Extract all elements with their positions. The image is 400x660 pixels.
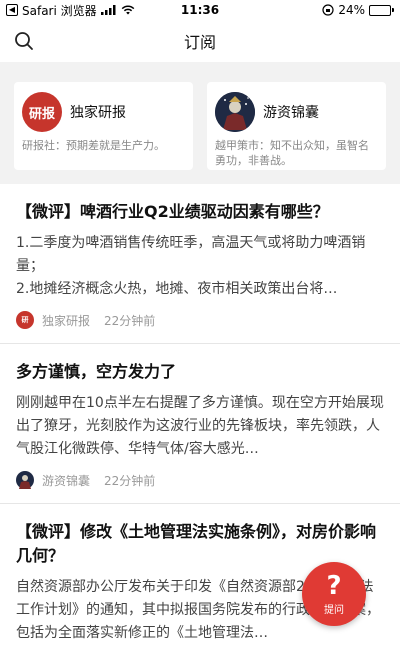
back-arrow-icon[interactable]: ◀ <box>6 4 18 16</box>
ask-question-button[interactable]: ? 提问 <box>302 562 366 626</box>
rotation-lock-icon <box>322 4 334 16</box>
article-summary: 1.二季度为啤酒销售传统旺季，高温天气或将助力啤酒销量； 2.地摊经济概念火热，… <box>16 232 384 301</box>
battery-percent: 24% <box>338 3 365 17</box>
article-card[interactable]: 多方谨慎，空方发力了 刚刚越甲在10点半左右提醒了多方谨慎。现在空方开始展现出了… <box>0 344 400 504</box>
subscription-desc: 研报社：预期差就是生产力。 <box>22 139 165 152</box>
article-source: 游资锦囊 <box>42 473 91 488</box>
subscription-card-research[interactable]: 研报 独家研报 研报社：预期差就是生产力。 <box>14 82 193 170</box>
avatar: 研报 <box>22 92 62 132</box>
article-title: 多方谨慎，空方发力了 <box>16 362 177 381</box>
signal-icon <box>100 5 116 15</box>
page-title: 订阅 <box>183 33 216 52</box>
article-meta: 游资锦囊 22分钟前 <box>16 471 384 489</box>
avatar-text: 研报 <box>28 106 55 122</box>
carrier-label: Safari 浏览器 <box>22 3 97 18</box>
article-summary: 刚刚越甲在10点半左右提醒了多方谨慎。现在空方开始展现出了獠牙，光刻胶作为这波行… <box>16 392 384 461</box>
ask-label: 提问 <box>324 604 344 616</box>
warrior-portrait-icon <box>215 92 255 132</box>
status-bar: ◀ Safari 浏览器 11:36 24% <box>0 0 400 20</box>
subscription-card-youzi[interactable]: 游资锦囊 越甲策市：知不出众知，虽智名勇功，非善战。 <box>207 82 386 170</box>
subscription-name: 独家研报 <box>70 105 126 121</box>
subscription-list: 研报 独家研报 研报社：预期差就是生产力。 游资锦囊 越甲策市：知不出众知，虽智… <box>0 62 400 184</box>
article-meta: 研 独家研报 22分钟前 <box>16 311 384 329</box>
summary-line: 1.二季度为啤酒销售传统旺季，高温天气或将助力啤酒销量； <box>16 235 366 274</box>
summary-line: 刚刚越甲在10点半左右提醒了多方谨慎。现在空方开始展现出了獠牙，光刻胶作为这波行… <box>16 395 384 457</box>
subscription-header: 研报 独家研报 <box>22 92 185 132</box>
article-title: 【微评】啤酒行业Q2业绩驱动因素有哪些？ <box>16 202 329 221</box>
status-left: ◀ Safari 浏览器 <box>6 2 135 19</box>
article-card[interactable]: 【微评】啤酒行业Q2业绩驱动因素有哪些？ 1.二季度为啤酒销售传统旺季，高温天气… <box>0 184 400 344</box>
battery-icon <box>369 4 394 16</box>
status-right: 24% <box>322 3 394 17</box>
search-icon[interactable] <box>14 31 34 51</box>
article-time: 22分钟前 <box>104 313 156 328</box>
question-mark-icon: ? <box>326 570 342 601</box>
subscription-header: 游资锦囊 <box>215 92 378 132</box>
summary-line: 2.地摊经济概念火热，地摊、夜市相关政策出台将… <box>16 281 338 297</box>
article-source: 独家研报 <box>42 313 91 328</box>
subscription-name: 游资锦囊 <box>263 105 319 121</box>
nav-bar: 订阅 <box>0 20 400 62</box>
wifi-icon <box>121 5 134 15</box>
avatar <box>215 92 255 132</box>
source-avatar: 研 <box>16 311 34 329</box>
article-time: 22分钟前 <box>104 473 156 488</box>
subscription-desc: 越甲策市：知不出众知，虽智名勇功，非善战。 <box>215 139 369 167</box>
source-avatar <box>16 471 34 489</box>
article-title: 【微评】修改《土地管理法实施条例》，对房价影响几何？ <box>16 522 377 565</box>
